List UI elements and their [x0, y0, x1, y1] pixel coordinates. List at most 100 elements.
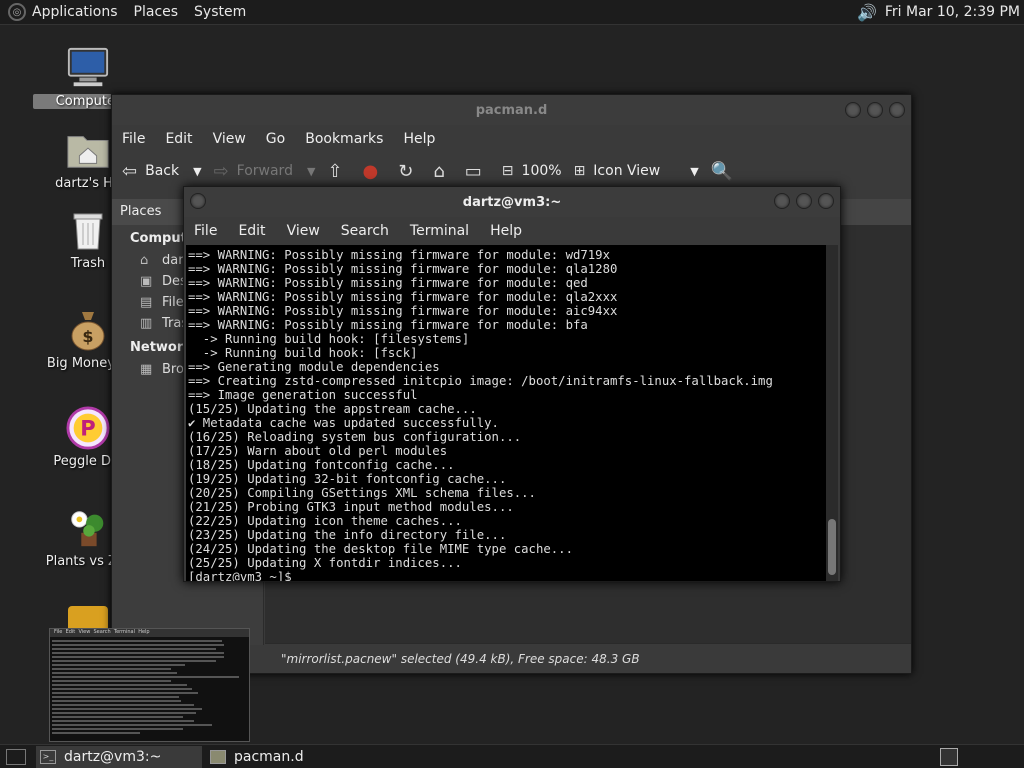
back-label: Back: [145, 163, 180, 179]
forward-dropdown-icon[interactable]: ▼: [307, 165, 315, 178]
terminal-line: (21/25) Probing GTK3 input method module…: [188, 500, 514, 514]
thumbnail-line: [52, 696, 179, 698]
close-button[interactable]: [889, 102, 905, 118]
menu-edit[interactable]: Edit: [238, 223, 265, 239]
bottom-panel: >_ dartz@vm3:~ pacman.d: [0, 744, 1024, 768]
menu-file[interactable]: File: [122, 131, 145, 147]
terminal-icon: >_: [40, 749, 56, 764]
terminal-line: ==> WARNING: Possibly missing firmware f…: [188, 304, 618, 318]
terminal-window: dartz@vm3:~ File Edit View Search Termin…: [183, 186, 841, 582]
terminal-line: ==> WARNING: Possibly missing firmware f…: [188, 276, 588, 290]
menu-bookmarks[interactable]: Bookmarks: [305, 131, 383, 147]
search-icon: 🔍: [710, 160, 734, 182]
taskbar-item-file-manager[interactable]: pacman.d: [206, 746, 314, 768]
computer-icon: [66, 46, 110, 90]
terminal-line: (24/25) Updating the desktop file MIME t…: [188, 542, 573, 556]
thumbnail-line: [52, 648, 216, 650]
money-bag-icon: $: [66, 308, 110, 352]
zoom-out-button[interactable]: ⊟ 100%: [502, 163, 562, 179]
minimize-button[interactable]: [774, 193, 790, 209]
menu-edit[interactable]: Edit: [165, 131, 192, 147]
thumbnail-line: [52, 668, 171, 670]
home-button[interactable]: ⌂: [433, 161, 452, 182]
menu-help[interactable]: Help: [490, 223, 522, 239]
volume-icon[interactable]: 🔊: [857, 3, 877, 22]
thumbnail-line: [52, 684, 187, 686]
stop-button[interactable]: ●: [363, 161, 387, 182]
terminal-output[interactable]: ==> WARNING: Possibly missing firmware f…: [186, 245, 828, 581]
window-preview-thumbnail[interactable]: File Edit View Search Terminal Help: [49, 628, 250, 742]
window-menu-button[interactable]: [190, 193, 206, 209]
network-icon: ▦: [140, 362, 153, 377]
thumbnail-line: [52, 716, 183, 718]
status-bar: "mirrorlist.pacnew" selected (49.4 kB), …: [265, 643, 911, 673]
back-dropdown-icon[interactable]: ▼: [193, 165, 201, 178]
thumbnail-line: [52, 720, 195, 722]
thumbnail-line: [52, 732, 140, 734]
back-arrow-icon: ⇦: [122, 160, 138, 182]
file-manager-titlebar[interactable]: pacman.d: [112, 95, 911, 125]
menu-terminal[interactable]: Terminal: [410, 223, 469, 239]
terminal-line: ==> Creating zstd-compressed initcpio im…: [188, 374, 773, 388]
folder-icon: [210, 749, 226, 764]
taskbar-item-terminal[interactable]: >_ dartz@vm3:~: [36, 745, 202, 768]
menu-view[interactable]: View: [287, 223, 320, 239]
top-panel: ◎ Applications Places System 🔊 Fri Mar 1…: [0, 0, 1024, 25]
reload-button[interactable]: ↻: [398, 161, 421, 182]
thumbnail-line: [52, 700, 181, 702]
zoom-level: 100%: [521, 163, 562, 179]
zoom-in-icon: ⊞: [573, 163, 586, 179]
terminal-line: ==> WARNING: Possibly missing firmware f…: [188, 248, 610, 262]
maximize-button[interactable]: [867, 102, 883, 118]
scrollbar-thumb[interactable]: [828, 519, 836, 575]
menu-view[interactable]: View: [213, 131, 246, 147]
terminal-scrollbar[interactable]: [826, 245, 838, 581]
thumbnail-line: [52, 692, 199, 694]
terminal-line: (18/25) Updating fontconfig cache...: [188, 458, 455, 472]
menu-search[interactable]: Search: [341, 223, 389, 239]
maximize-button[interactable]: [796, 193, 812, 209]
thumbnail-line: [52, 676, 240, 678]
back-button[interactable]: ⇦ Back ▼: [122, 161, 202, 182]
panel-tray: 🔊 Fri Mar 10, 2:39 PM: [857, 3, 1020, 22]
thumbnail-line: [52, 660, 216, 662]
search-button[interactable]: 🔍: [711, 161, 741, 182]
menu-help[interactable]: Help: [403, 131, 435, 147]
computer-button[interactable]: ▭: [465, 161, 490, 182]
distro-logo-icon[interactable]: ◎: [8, 3, 26, 21]
view-mode-dropdown-icon[interactable]: ▼: [690, 165, 698, 178]
menu-go[interactable]: Go: [266, 131, 285, 147]
terminal-titlebar[interactable]: dartz@vm3:~: [184, 187, 840, 217]
workspace-switcher[interactable]: [940, 747, 958, 766]
stop-icon: ●: [362, 160, 379, 182]
view-mode-select[interactable]: Icon View: [593, 163, 660, 179]
terminal-line: (22/25) Updating icon theme caches...: [188, 514, 462, 528]
forward-button[interactable]: ⇨ Forward ▼: [214, 161, 316, 182]
desktop-icon-partial[interactable]: [68, 606, 108, 628]
minimize-button[interactable]: [845, 102, 861, 118]
home-icon: ⌂: [140, 253, 149, 268]
taskbar-item-label: dartz@vm3:~: [64, 748, 162, 765]
clock[interactable]: Fri Mar 10, 2:39 PM: [885, 4, 1020, 20]
terminal-line: (25/25) Updating X fontdir indices...: [188, 556, 462, 570]
terminal-line: (15/25) Updating the appstream cache...: [188, 402, 477, 416]
terminal-line: ==> WARNING: Possibly missing firmware f…: [188, 262, 618, 276]
trash-icon: [66, 208, 110, 252]
terminal-line: ==> Generating module dependencies: [188, 360, 440, 374]
menu-system[interactable]: System: [194, 4, 246, 20]
show-desktop-button[interactable]: [6, 748, 26, 765]
peggle-icon: P: [66, 406, 110, 450]
menu-file[interactable]: File: [194, 223, 217, 239]
up-button[interactable]: ⇧: [327, 161, 350, 182]
file-manager-toolbar: ⇦ Back ▼ ⇨ Forward ▼ ⇧ ● ↻ ⌂ ▭ ⊟ 100% ⊞ Icon V…: [112, 153, 911, 189]
file-manager-menubar: File Edit View Go Bookmarks Help: [112, 125, 911, 153]
zoom-in-button[interactable]: ⊞ Icon View ▼: [574, 163, 699, 179]
thumbnail-line: [52, 656, 224, 658]
menu-places[interactable]: Places: [134, 4, 179, 20]
window-title: pacman.d: [475, 102, 548, 118]
thumbnail-line: [52, 672, 177, 674]
terminal-line: ==> Image generation successful: [188, 388, 418, 402]
close-button[interactable]: [818, 193, 834, 209]
menu-applications[interactable]: Applications: [32, 4, 118, 20]
terminal-line: (17/25) Warn about old perl modules: [188, 444, 448, 458]
